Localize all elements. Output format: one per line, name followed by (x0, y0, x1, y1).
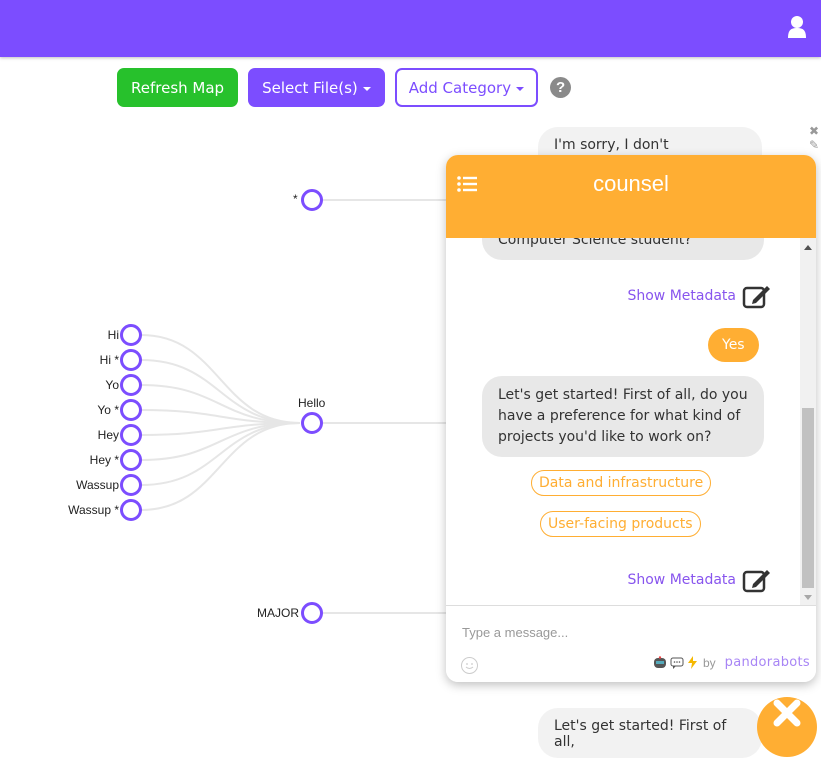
node-wassup (120, 474, 142, 496)
chat-bubble-icon (670, 657, 684, 669)
node-hi-star (120, 349, 142, 371)
caret-down-icon (362, 86, 371, 91)
add-category-button[interactable]: Add Category (394, 68, 539, 107)
edit-metadata-icon (742, 286, 770, 309)
chat-footer: by pandorabots (446, 605, 816, 682)
node-yo-star (120, 399, 142, 421)
user-icon[interactable] (787, 15, 807, 39)
toolbar: Refresh Map Select File(s) Add Category … (117, 68, 572, 107)
bot-message: Let's get started! First of all, do you … (482, 376, 764, 457)
powered-by-text: by (702, 655, 716, 670)
node-hello (301, 412, 323, 434)
node-label-input: Yo (105, 378, 119, 392)
scroll-down-arrow-icon[interactable] (804, 595, 812, 600)
node-hi (120, 324, 142, 346)
powered-by: by pandorabots (653, 655, 810, 670)
chat-messages: Computer Science student? Show Metadata … (446, 238, 800, 605)
chat-widget: Computer Science student? Show Metadata … (446, 155, 816, 682)
user-message: Yes (708, 328, 759, 362)
background-response-bubble: Let's get started! First of all, (538, 708, 762, 758)
background-response-text: Let's get started! First of all, (554, 718, 727, 750)
node-label-hello: Hello (298, 396, 326, 410)
node-label-input: Yo * (97, 403, 119, 417)
background-response-text: I'm sorry, I don't (554, 137, 669, 153)
caret-down-icon (516, 86, 525, 91)
edge-wassup-star (140, 422, 301, 511)
quick-reply-button[interactable]: User-facing products (540, 511, 701, 537)
select-files-button[interactable]: Select File(s) (248, 68, 385, 107)
bot-message-text: Computer Science student? (498, 238, 692, 248)
help-icon[interactable]: ? (550, 77, 572, 98)
pandorabots-brand[interactable]: pandorabots (725, 655, 810, 670)
node-major (301, 602, 323, 624)
node-label-input: Hey * (89, 453, 119, 467)
delete-icon[interactable]: ✖ (809, 124, 819, 138)
node-wassup-star (120, 499, 142, 521)
edge-wassup (140, 422, 301, 486)
user-message-text: Yes (722, 337, 745, 353)
edit-metadata-icon (742, 570, 770, 593)
lightning-icon (687, 656, 697, 669)
quick-reply-label: User-facing products (548, 516, 693, 532)
node-label-major: MAJOR (257, 606, 299, 620)
refresh-map-label: Refresh Map (131, 78, 225, 97)
node-label-input: Wassup * (68, 503, 119, 517)
edge-hi-star (140, 359, 301, 424)
close-chat-button[interactable] (757, 697, 817, 757)
chat-scrollbar[interactable] (800, 238, 816, 605)
close-icon (773, 699, 801, 727)
select-files-label: Select File(s) (262, 78, 358, 97)
chat-title: counsel (593, 171, 669, 196)
show-metadata-link[interactable]: Show Metadata (627, 567, 772, 593)
emoji-icon[interactable] (461, 657, 478, 674)
refresh-map-button[interactable]: Refresh Map (117, 68, 239, 107)
chat-header: counsel (446, 155, 816, 238)
show-metadata-label: Show Metadata (627, 288, 736, 304)
show-metadata-link[interactable]: Show Metadata (627, 283, 772, 309)
node-label-input: Hi (107, 328, 119, 342)
add-category-label: Add Category (408, 78, 512, 97)
node-label-input: Wassup (76, 478, 119, 492)
edit-icon[interactable]: ✎ (809, 138, 819, 152)
node-label-star: * (293, 192, 298, 206)
node-star (301, 189, 323, 211)
robot-icon (653, 656, 666, 668)
node-hey (120, 424, 142, 446)
node-label-input: Hey (97, 428, 119, 442)
node-yo (120, 374, 142, 396)
scroll-up-arrow-icon[interactable] (804, 245, 812, 250)
node-hey-star (120, 449, 142, 471)
quick-reply-button[interactable]: Data and infrastructure (531, 470, 712, 496)
message-input[interactable] (462, 620, 792, 644)
top-navbar (0, 0, 821, 57)
bot-message-text: Let's get started! First of all, do you … (498, 387, 748, 445)
node-label-input: Hi * (99, 353, 119, 367)
show-metadata-label: Show Metadata (627, 572, 736, 588)
quick-reply-label: Data and infrastructure (539, 475, 704, 491)
bot-message-partial: Computer Science student? (482, 238, 764, 260)
scroll-thumb[interactable] (802, 408, 814, 588)
